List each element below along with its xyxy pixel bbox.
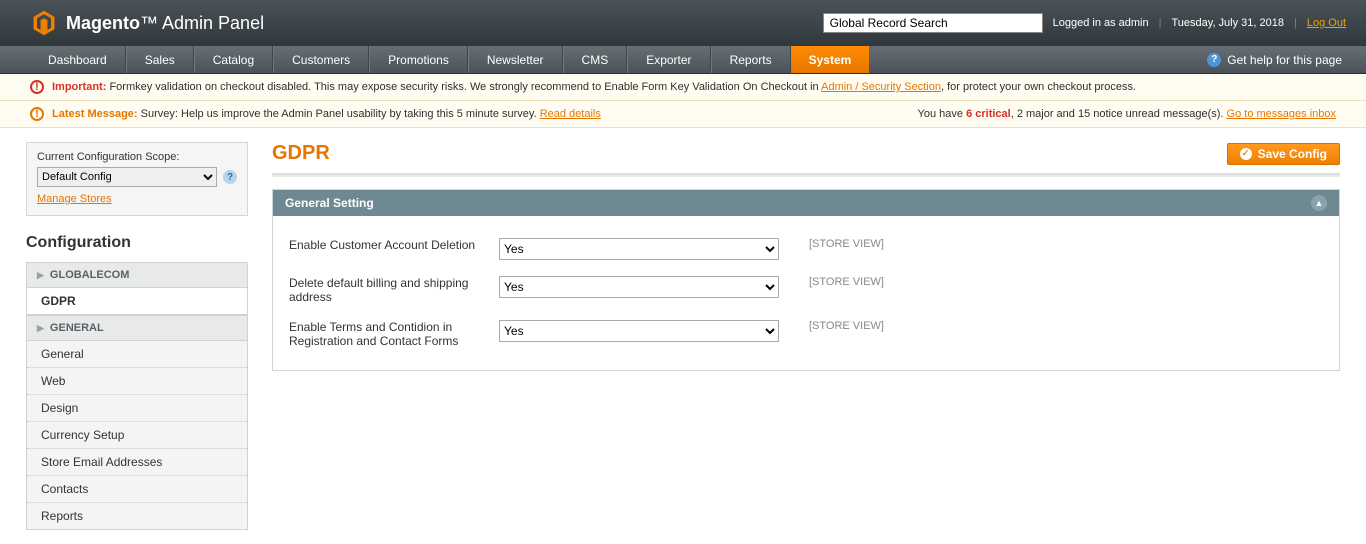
form-label: Delete default billing and shipping addr… <box>289 276 499 304</box>
global-search-input[interactable] <box>823 13 1043 33</box>
sidebar-item-currency-setup[interactable]: Currency Setup <box>27 422 247 449</box>
info-icon: ! <box>30 107 44 121</box>
fieldset-general-setting: General Setting ▲ Enable Customer Accoun… <box>272 189 1340 371</box>
collapse-icon[interactable]: ▲ <box>1311 195 1327 211</box>
sidebar-item-general[interactable]: General <box>27 341 247 368</box>
check-icon: ✓ <box>1240 148 1252 160</box>
notice-latest: ! Latest Message: Survey: Help us improv… <box>0 101 1366 128</box>
notice-latest-text: Survey: Help us improve the Admin Panel … <box>141 108 540 120</box>
magento-logo-icon <box>30 9 58 37</box>
admin-header: Magento™ Admin Panel Logged in as admin … <box>0 0 1366 46</box>
nav-system[interactable]: System <box>791 46 870 73</box>
notice-important-after: , for protect your own checkout process. <box>941 81 1136 93</box>
messages-inbox-link[interactable]: Go to messages inbox <box>1227 108 1336 120</box>
nav-help-label: Get help for this page <box>1227 53 1342 67</box>
nav-help[interactable]: ? Get help for this page <box>1203 46 1346 73</box>
sidebar-item-web[interactable]: Web <box>27 368 247 395</box>
sidebar-item-store-email[interactable]: Store Email Addresses <box>27 449 247 476</box>
separator: | <box>1294 17 1297 29</box>
nav-catalog[interactable]: Catalog <box>194 46 273 73</box>
row-enable-terms: Enable Terms and Contidion in Registrati… <box>289 312 1323 356</box>
nav-reports[interactable]: Reports <box>711 46 791 73</box>
sidebar-section-globalecom[interactable]: ▶ GLOBALECOM <box>26 262 248 288</box>
nav-exporter[interactable]: Exporter <box>627 46 710 73</box>
form-label: Enable Terms and Contidion in Registrati… <box>289 320 499 348</box>
nav-sales[interactable]: Sales <box>126 46 194 73</box>
notice-important-link[interactable]: Admin / Security Section <box>821 81 941 93</box>
config-scope-select[interactable]: Default Config <box>37 167 217 187</box>
notice-latest-label: Latest Message: <box>52 108 138 120</box>
sidebar-item-design[interactable]: Design <box>27 395 247 422</box>
separator: | <box>1159 17 1162 29</box>
page-title-row: GDPR ✓ Save Config <box>272 142 1340 165</box>
sidebar-list-globalecom: GDPR <box>26 288 248 315</box>
fieldset-body: Enable Customer Account Deletion Yes [ST… <box>273 216 1339 370</box>
help-icon: ? <box>1207 53 1221 67</box>
config-scope-box: Current Configuration Scope: Default Con… <box>26 142 248 216</box>
save-config-button[interactable]: ✓ Save Config <box>1227 143 1340 165</box>
sidebar-section-general[interactable]: ▶ GENERAL <box>26 315 248 341</box>
notice-latest-link[interactable]: Read details <box>540 108 601 120</box>
scope-help-icon[interactable]: ? <box>223 170 237 184</box>
row-enable-account-deletion: Enable Customer Account Deletion Yes [ST… <box>289 230 1323 268</box>
fieldset-head[interactable]: General Setting ▲ <box>273 190 1339 216</box>
chevron-right-icon: ▶ <box>37 270 44 281</box>
notice-important: ! Important: Formkey validation on check… <box>0 74 1366 101</box>
scope-label: [STORE VIEW] <box>809 320 884 332</box>
enable-terms-select[interactable]: Yes <box>499 320 779 342</box>
header-right: Logged in as admin | Tuesday, July 31, 2… <box>823 13 1346 33</box>
row-delete-default-address: Delete default billing and shipping addr… <box>289 268 1323 312</box>
critical-count: 6 critical <box>966 108 1011 120</box>
logged-in-text: Logged in as admin <box>1053 17 1149 29</box>
manage-stores-link[interactable]: Manage Stores <box>37 193 112 205</box>
notice-important-label: Important: <box>52 81 106 93</box>
notice-important-text: Formkey validation on checkout disabled.… <box>109 81 821 93</box>
logout-link[interactable]: Log Out <box>1307 17 1346 29</box>
content-area: GDPR ✓ Save Config General Setting ▲ Ena… <box>272 142 1340 530</box>
chevron-right-icon: ▶ <box>37 323 44 334</box>
config-scope-label: Current Configuration Scope: <box>37 151 237 163</box>
nav-newsletter[interactable]: Newsletter <box>468 46 563 73</box>
notice-latest-right: You have 6 critical, 2 major and 15 noti… <box>918 108 1336 120</box>
title-underline <box>272 173 1340 177</box>
logo: Magento™ Admin Panel <box>30 9 264 37</box>
sidebar-item-contacts[interactable]: Contacts <box>27 476 247 503</box>
logo-text: Magento™ Admin Panel <box>66 13 264 34</box>
main-area: Current Configuration Scope: Default Con… <box>0 128 1366 544</box>
nav-customers[interactable]: Customers <box>273 46 369 73</box>
enable-account-deletion-select[interactable]: Yes <box>499 238 779 260</box>
sidebar-item-gdpr[interactable]: GDPR <box>27 288 247 315</box>
sidebar-list-general: General Web Design Currency Setup Store … <box>26 341 248 530</box>
delete-default-address-select[interactable]: Yes <box>499 276 779 298</box>
form-label: Enable Customer Account Deletion <box>289 238 499 252</box>
nav-dashboard[interactable]: Dashboard <box>30 46 126 73</box>
sidebar-item-reports[interactable]: Reports <box>27 503 247 530</box>
alert-icon: ! <box>30 80 44 94</box>
nav-cms[interactable]: CMS <box>563 46 628 73</box>
page-title: GDPR <box>272 142 330 165</box>
nav-promotions[interactable]: Promotions <box>369 46 468 73</box>
sidebar: Current Configuration Scope: Default Con… <box>26 142 248 530</box>
main-nav: Dashboard Sales Catalog Customers Promot… <box>0 46 1366 74</box>
scope-label: [STORE VIEW] <box>809 276 884 288</box>
scope-label: [STORE VIEW] <box>809 238 884 250</box>
header-date: Tuesday, July 31, 2018 <box>1171 17 1284 29</box>
configuration-heading: Configuration <box>26 234 248 252</box>
